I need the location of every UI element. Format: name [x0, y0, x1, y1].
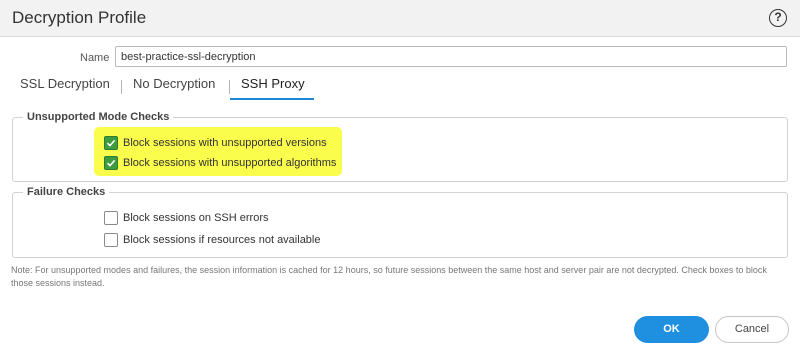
name-input[interactable]	[115, 46, 787, 67]
checkmark-icon	[106, 139, 116, 147]
cancel-button[interactable]: Cancel	[715, 316, 789, 343]
tab-no-decryption[interactable]: No Decryption	[133, 76, 215, 91]
block-resources-unavailable-checkbox[interactable]	[104, 233, 118, 247]
info-note: Note: For unsupported modes and failures…	[11, 265, 767, 288]
block-resources-unavailable-option[interactable]: Block sessions if resources not availabl…	[104, 232, 320, 248]
tab-bar: SSL Decryption No Decryption SSH Proxy	[0, 72, 800, 100]
block-unsupported-algorithms-label: Block sessions with unsupported algorith…	[123, 157, 337, 169]
block-unsupported-algorithms-checkbox[interactable]	[104, 156, 118, 170]
block-ssh-errors-option[interactable]: Block sessions on SSH errors	[104, 210, 269, 226]
tab-separator	[229, 80, 230, 94]
block-ssh-errors-label: Block sessions on SSH errors	[123, 212, 269, 224]
name-label: Name	[80, 52, 110, 64]
active-tab-indicator	[230, 98, 314, 100]
failure-checks-legend: Failure Checks	[23, 186, 110, 198]
tab-ssl-decryption[interactable]: SSL Decryption	[20, 76, 110, 91]
block-ssh-errors-checkbox[interactable]	[104, 211, 118, 225]
block-resources-unavailable-label: Block sessions if resources not availabl…	[123, 234, 321, 246]
tab-ssh-proxy[interactable]: SSH Proxy	[241, 76, 305, 91]
dialog-titlebar: Decryption Profile ?	[0, 0, 800, 37]
ok-button[interactable]: OK	[634, 316, 709, 343]
unsupported-mode-checks-legend: Unsupported Mode Checks	[23, 111, 174, 123]
help-icon[interactable]: ?	[769, 9, 787, 27]
dialog-title: Decryption Profile	[12, 8, 147, 27]
block-unsupported-algorithms-option[interactable]: Block sessions with unsupported algorith…	[104, 155, 336, 171]
block-unsupported-versions-option[interactable]: Block sessions with unsupported versions	[104, 135, 327, 151]
block-unsupported-versions-checkbox[interactable]	[104, 136, 118, 150]
tab-separator	[121, 80, 122, 94]
checkmark-icon	[106, 159, 116, 167]
block-unsupported-versions-label: Block sessions with unsupported versions	[123, 137, 327, 149]
